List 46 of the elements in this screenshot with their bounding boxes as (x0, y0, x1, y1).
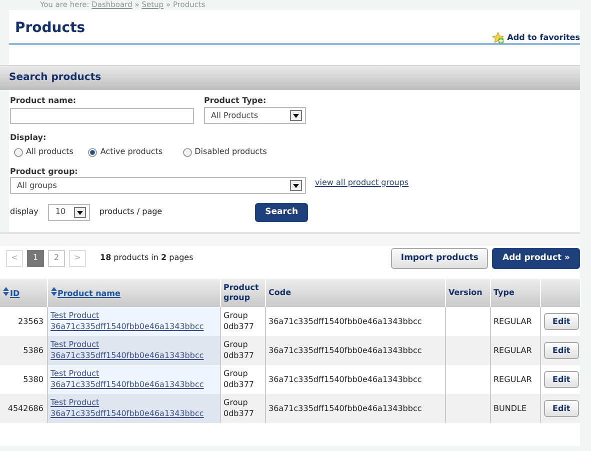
table-cell: 4542686 (0, 394, 47, 422)
pagination-summary: 18 products in 2 pages (100, 252, 194, 264)
radio-label[interactable]: Active products (100, 146, 163, 158)
add-product-button[interactable]: Add product » (492, 248, 580, 268)
product-type-dropdown[interactable]: All Products (204, 107, 306, 124)
edit-button[interactable]: Edit (544, 400, 580, 416)
table-cell: REGULAR (490, 336, 540, 364)
import-products-button[interactable]: Import products (390, 248, 488, 268)
sort-link[interactable]: ID (10, 288, 20, 298)
column-header: Version (445, 278, 490, 306)
page-button[interactable]: 2 (48, 250, 65, 267)
add-to-favorites-link[interactable]: Add to favorites (492, 32, 580, 44)
field-label: Product name: (10, 96, 78, 106)
column-header: Type (490, 278, 540, 306)
edit-button[interactable]: Edit (544, 312, 580, 330)
table-cell: Group 0db377 (220, 394, 265, 422)
page-button[interactable]: 1 (27, 250, 44, 267)
view-groups-link[interactable]: view all product groups (315, 176, 409, 188)
page-size-label: display (10, 206, 38, 218)
field-label: Product group: (10, 167, 79, 177)
page-size-label: products / page (99, 206, 162, 218)
edit-button[interactable]: Edit (544, 342, 580, 358)
column-header: Product group (220, 278, 265, 306)
table-cell: Group 0db377 (220, 336, 265, 364)
radio-button[interactable] (14, 148, 23, 156)
table-cell: BUNDLE (490, 394, 540, 422)
radio-button[interactable] (182, 148, 192, 156)
radio-label[interactable]: All products (26, 146, 74, 158)
radio-button[interactable] (88, 148, 98, 156)
panel-header: Search products (0, 66, 580, 90)
sort-icon (3, 286, 9, 296)
product-name-field[interactable] (10, 108, 194, 124)
page-title: Products (15, 19, 86, 38)
field-label: Product Type: (204, 96, 268, 106)
field-label: Display: (10, 133, 48, 143)
edit-button[interactable]: Edit (544, 370, 580, 388)
radio-label[interactable]: Disabled products (194, 146, 267, 158)
table-cell: 36a71c335dff1540fbb0e46a1343bbcc (265, 394, 445, 422)
table-cell: 36a71c335dff1540fbb0e46a1343bbcc (265, 336, 445, 364)
search-button[interactable]: Search (255, 203, 308, 222)
product-group-dropdown[interactable]: All groups (10, 177, 306, 194)
column-header: Code (265, 278, 445, 306)
page-size-dropdown[interactable]: 10 (48, 204, 90, 221)
sort-icon (50, 286, 56, 296)
sort-link[interactable]: Product name (58, 288, 120, 298)
table-cell: 5386 (0, 336, 47, 364)
